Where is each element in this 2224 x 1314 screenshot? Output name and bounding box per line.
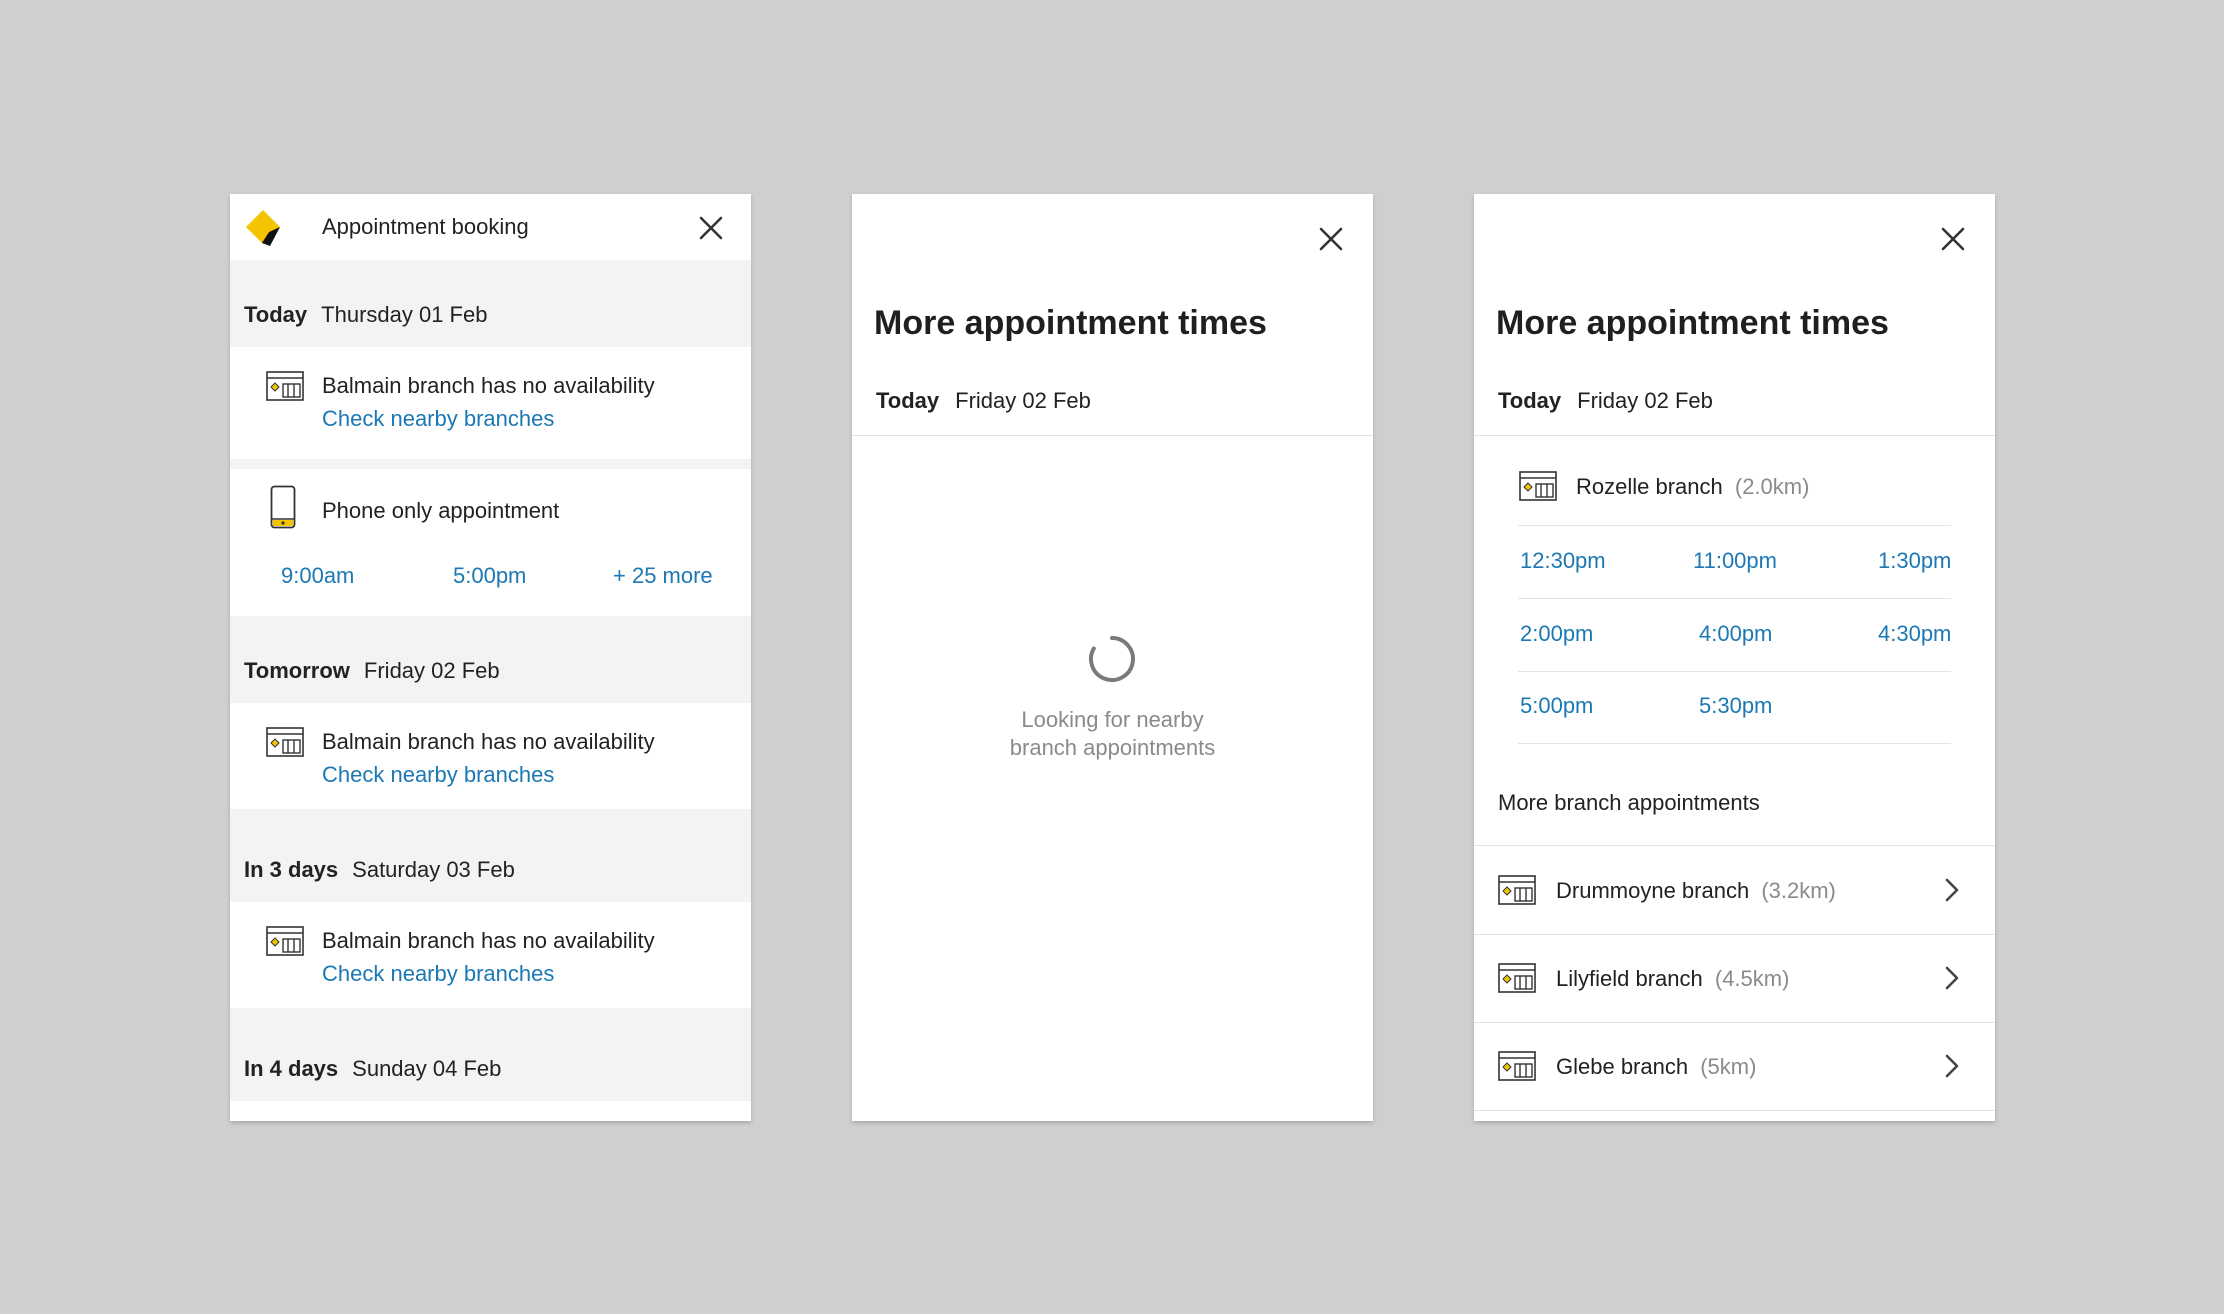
branch-distance: (4.5km) [1714, 966, 1790, 991]
day-header-tomorrow: Tomorrow Friday 02 Feb [244, 658, 500, 684]
branch-icon [1519, 471, 1557, 501]
phone-icon [270, 485, 296, 529]
branch-availability-card: Balmain branch has no availability Check… [230, 703, 751, 809]
branch-icon [1498, 875, 1536, 905]
branch-distance: (3.2km) [1761, 878, 1836, 903]
branch-label: Drummoyne branch (3.2km) [1556, 878, 1836, 904]
day-label: In 4 days [244, 1056, 339, 1081]
branch-icon [1498, 963, 1536, 993]
branch-name: Glebe branch [1556, 1054, 1689, 1079]
no-availability-text: Balmain branch has no availability [322, 729, 655, 754]
divider [1474, 1110, 1995, 1111]
branch-icon [266, 727, 304, 757]
day-header-today: Today Friday 02 Feb [1498, 388, 1713, 414]
panel-header: Appointment booking [230, 194, 751, 260]
day-date: Saturday 03 Feb [352, 857, 515, 882]
day-header-in-3-days: In 3 days Saturday 03 Feb [244, 857, 515, 883]
chevron-right-icon [1944, 1053, 1960, 1079]
branch-name: Rozelle branch [1576, 474, 1723, 499]
time-slot-button[interactable]: 12:30pm [1520, 548, 1606, 574]
day-label: Today [1498, 388, 1562, 413]
panel-title: More appointment times [874, 304, 1267, 342]
time-slot-button[interactable]: 4:30pm [1878, 621, 1951, 647]
day-header-today: Today Thursday 01 Feb [244, 302, 487, 328]
branch-row-drummoyne[interactable]: Drummoyne branch (3.2km) [1474, 846, 1995, 934]
phone-only-text: Phone only appointment [322, 498, 560, 523]
day-label: In 3 days [244, 857, 339, 882]
close-button[interactable] [696, 213, 726, 243]
divider [1518, 743, 1951, 744]
branch-label: Glebe branch (5km) [1556, 1054, 1756, 1080]
time-slot-button[interactable]: 4:00pm [1699, 621, 1772, 647]
divider [1518, 525, 1951, 526]
branch-row-glebe[interactable]: Glebe branch (5km) [1474, 1022, 1995, 1110]
panel-title: Appointment booking [322, 214, 529, 239]
divider [1474, 435, 1995, 436]
more-times-panel: More appointment times Today Friday 02 Fe… [1474, 194, 1995, 1121]
more-branch-appointments-heading: More branch appointments [1498, 790, 1760, 815]
time-slot-button[interactable]: 5:30pm [1699, 693, 1772, 719]
close-button[interactable] [1316, 224, 1346, 254]
time-slot-button[interactable]: 1:30pm [1878, 548, 1951, 574]
loading-line: Looking for nearby [1021, 707, 1204, 732]
brand-logo-icon [246, 210, 280, 246]
appointment-booking-panel: Appointment booking Today Thursday 01 Feb… [230, 194, 751, 1121]
day-label: Tomorrow [244, 658, 350, 683]
day-date: Friday 02 Feb [1577, 388, 1713, 413]
phone-appointment-card: Phone only appointment 9:00am 5:00pm + 2… [230, 469, 751, 616]
branch-label: Lilyfield branch (4.5km) [1556, 966, 1789, 992]
branch-row-lilyfield[interactable]: Lilyfield branch (4.5km) [1474, 934, 1995, 1022]
close-icon [696, 213, 726, 243]
time-slot-link[interactable]: 9:00am [281, 563, 354, 589]
branch-availability-card: Balmain branch has no availability Check… [230, 902, 751, 1008]
panel-title: More appointment times [1496, 304, 1889, 342]
branch-icon [266, 926, 304, 956]
branch-name: Drummoyne branch [1556, 878, 1750, 903]
more-times-link[interactable]: + 25 more [613, 563, 713, 589]
day-date: Friday 02 Feb [955, 388, 1091, 413]
divider [1518, 598, 1951, 599]
time-slot-link[interactable]: 5:00pm [453, 563, 526, 589]
branch-icon [1498, 1051, 1536, 1081]
day-label: Today [876, 388, 940, 413]
close-icon [1938, 224, 1968, 254]
close-button[interactable] [1938, 224, 1968, 254]
no-availability-text: Balmain branch has no availability [322, 928, 655, 953]
day-header-today: Today Friday 02 Feb [876, 388, 1091, 414]
time-slot-button[interactable]: 5:00pm [1520, 693, 1593, 719]
chevron-right-icon [1944, 965, 1960, 991]
branch-name: Lilyfield branch [1556, 966, 1703, 991]
loading-panel: More appointment times Today Friday 02 Fe… [852, 194, 1373, 1121]
divider [1518, 671, 1951, 672]
loading-spinner-icon [1088, 636, 1135, 682]
day-date: Sunday 04 Feb [352, 1056, 502, 1081]
divider [852, 435, 1373, 436]
branch-distance: (2.0km) [1734, 474, 1810, 499]
day-date: Friday 02 Feb [363, 658, 500, 683]
no-availability-text: Balmain branch has no availability [322, 373, 655, 398]
day-header-in-4-days: In 4 days Sunday 04 Feb [244, 1056, 501, 1082]
loading-message: Looking for nearby branch appointments [852, 706, 1373, 762]
time-slot-button[interactable]: 11:00pm [1693, 548, 1777, 574]
close-icon [1316, 224, 1346, 254]
check-nearby-branches-link[interactable]: Check nearby branches [322, 961, 554, 987]
time-slot-button[interactable]: 2:00pm [1520, 621, 1593, 647]
branch-icon [266, 371, 304, 401]
chevron-right-icon [1944, 877, 1960, 903]
day-label: Today [244, 302, 308, 327]
check-nearby-branches-link[interactable]: Check nearby branches [322, 406, 554, 432]
check-nearby-branches-link[interactable]: Check nearby branches [322, 762, 554, 788]
day-date: Thursday 01 Feb [321, 302, 488, 327]
selected-branch: Rozelle branch (2.0km) [1576, 474, 1809, 500]
branch-availability-card: Balmain branch has no availability Check… [230, 347, 751, 459]
panel-footer [230, 1101, 751, 1121]
branch-distance: (5km) [1700, 1054, 1757, 1079]
loading-line: branch appointments [1009, 735, 1216, 760]
